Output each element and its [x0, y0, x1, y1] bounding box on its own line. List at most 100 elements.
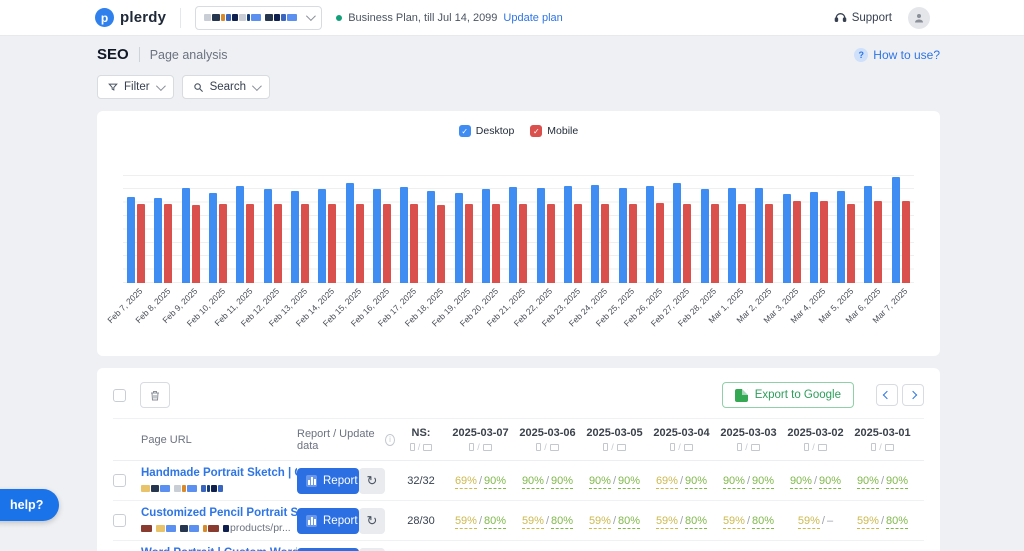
row-checkbox[interactable] — [113, 474, 126, 487]
mobile-score-link[interactable]: 69% — [455, 475, 477, 489]
desktop-bar[interactable] — [182, 188, 190, 283]
mobile-score-link[interactable]: 90% — [790, 475, 812, 489]
mobile-bar[interactable] — [137, 204, 145, 283]
mobile-bar[interactable] — [902, 201, 910, 283]
mobile-bar[interactable] — [656, 203, 664, 283]
mobile-bar[interactable] — [574, 204, 582, 283]
desktop-bar[interactable] — [619, 188, 627, 283]
legend-desktop[interactable]: ✓ Desktop — [459, 125, 515, 137]
mobile-bar[interactable] — [465, 204, 473, 283]
desktop-score-link[interactable]: 90% — [551, 475, 573, 489]
desktop-checkbox[interactable]: ✓ — [459, 125, 471, 137]
header-date-column[interactable]: 2025-03-05/ — [581, 427, 648, 452]
desktop-bar[interactable] — [509, 187, 517, 283]
mobile-bar[interactable] — [192, 205, 200, 283]
mobile-bar[interactable] — [683, 204, 691, 283]
info-icon[interactable]: i — [385, 434, 395, 446]
desktop-bar[interactable] — [373, 189, 381, 283]
report-button[interactable]: Report — [297, 508, 359, 534]
mobile-checkbox[interactable]: ✓ — [530, 125, 542, 137]
desktop-bar[interactable] — [291, 191, 299, 283]
support-button[interactable]: Support — [834, 11, 892, 24]
desktop-score-link[interactable]: 80% — [752, 515, 774, 529]
desktop-bar[interactable] — [346, 183, 354, 283]
mobile-score-link[interactable]: 59% — [522, 515, 544, 529]
mobile-score-link[interactable]: 90% — [723, 475, 745, 489]
desktop-bar[interactable] — [482, 189, 490, 283]
desktop-bar[interactable] — [400, 187, 408, 283]
desktop-bar[interactable] — [564, 186, 572, 283]
mobile-bar[interactable] — [820, 201, 828, 283]
page-title-link[interactable]: Handmade Portrait Sketch | Convert P... — [141, 467, 297, 479]
mobile-bar[interactable] — [519, 204, 527, 283]
how-to-use-link[interactable]: ? How to use? — [854, 48, 940, 62]
legend-mobile[interactable]: ✓ Mobile — [530, 125, 578, 137]
prev-page-button[interactable] — [876, 384, 898, 406]
desktop-bar[interactable] — [837, 191, 845, 283]
desktop-bar[interactable] — [318, 189, 326, 283]
desktop-bar[interactable] — [810, 192, 818, 283]
desktop-bar[interactable] — [892, 177, 900, 283]
desktop-score-link[interactable]: 90% — [685, 475, 707, 489]
mobile-bar[interactable] — [410, 204, 418, 283]
mobile-bar[interactable] — [793, 201, 801, 283]
mobile-bar[interactable] — [874, 201, 882, 283]
mobile-score-link[interactable]: 59% — [798, 515, 820, 529]
desktop-bar[interactable] — [537, 188, 545, 283]
mobile-score-link[interactable]: 59% — [723, 515, 745, 529]
mobile-bar[interactable] — [547, 204, 555, 283]
desktop-bar[interactable] — [646, 186, 654, 283]
filter-button[interactable]: Filter — [97, 75, 174, 99]
mobile-score-link[interactable]: 59% — [656, 515, 678, 529]
plerdy-logo[interactable]: p plerdy — [95, 8, 166, 27]
mobile-score-link[interactable]: 59% — [455, 515, 477, 529]
export-to-google-button[interactable]: Export to Google — [722, 382, 854, 408]
header-date-column[interactable]: 2025-03-07/ — [447, 427, 514, 452]
mobile-bar[interactable] — [711, 204, 719, 283]
row-checkbox[interactable] — [113, 514, 126, 527]
desktop-score-link[interactable]: 80% — [685, 515, 707, 529]
mobile-bar[interactable] — [356, 204, 364, 283]
mobile-bar[interactable] — [246, 204, 254, 283]
desktop-score-link[interactable]: 80% — [886, 515, 908, 529]
mobile-bar[interactable] — [383, 204, 391, 283]
mobile-bar[interactable] — [437, 205, 445, 283]
desktop-bar[interactable] — [236, 186, 244, 283]
header-date-column[interactable]: 2025-03-06/ — [514, 427, 581, 452]
header-date-column[interactable]: 2025-03-02/ — [782, 427, 849, 452]
delete-button[interactable] — [140, 382, 170, 408]
mobile-bar[interactable] — [492, 204, 500, 283]
mobile-score-link[interactable]: 90% — [589, 475, 611, 489]
desktop-bar[interactable] — [591, 185, 599, 283]
desktop-bar[interactable] — [264, 189, 272, 283]
desktop-score-link[interactable]: 80% — [551, 515, 573, 529]
help-bubble-button[interactable]: help? — [0, 489, 59, 521]
mobile-bar[interactable] — [301, 204, 309, 283]
mobile-bar[interactable] — [601, 204, 609, 283]
project-selector[interactable] — [195, 6, 322, 30]
refresh-button[interactable]: ↻ — [359, 508, 385, 534]
desktop-bar[interactable] — [427, 191, 435, 283]
user-avatar[interactable] — [908, 7, 930, 29]
desktop-score-link[interactable]: 90% — [752, 475, 774, 489]
report-button[interactable]: Report — [297, 548, 359, 551]
mobile-bar[interactable] — [164, 204, 172, 283]
desktop-bar[interactable] — [864, 186, 872, 283]
desktop-bar[interactable] — [783, 194, 791, 283]
mobile-bar[interactable] — [765, 204, 773, 283]
desktop-score-link[interactable]: 90% — [886, 475, 908, 489]
page-title-link[interactable]: Word Portrait | Custom Word/Name P... — [141, 547, 297, 551]
update-plan-link[interactable]: Update plan — [503, 12, 562, 24]
page-title-link[interactable]: Customized Pencil Portrait Sketch| C... — [141, 507, 297, 519]
header-date-column[interactable]: 2025-03-01/ — [849, 427, 916, 452]
desktop-bar[interactable] — [728, 188, 736, 283]
mobile-score-link[interactable]: 69% — [656, 475, 678, 489]
mobile-bar[interactable] — [219, 204, 227, 283]
mobile-score-link[interactable]: 90% — [857, 475, 879, 489]
desktop-score-link[interactable]: 80% — [618, 515, 640, 529]
desktop-bar[interactable] — [673, 183, 681, 283]
desktop-score-link[interactable]: 90% — [819, 475, 841, 489]
refresh-button[interactable]: ↻ — [359, 468, 385, 494]
mobile-bar[interactable] — [274, 204, 282, 283]
desktop-score-link[interactable]: 90% — [618, 475, 640, 489]
